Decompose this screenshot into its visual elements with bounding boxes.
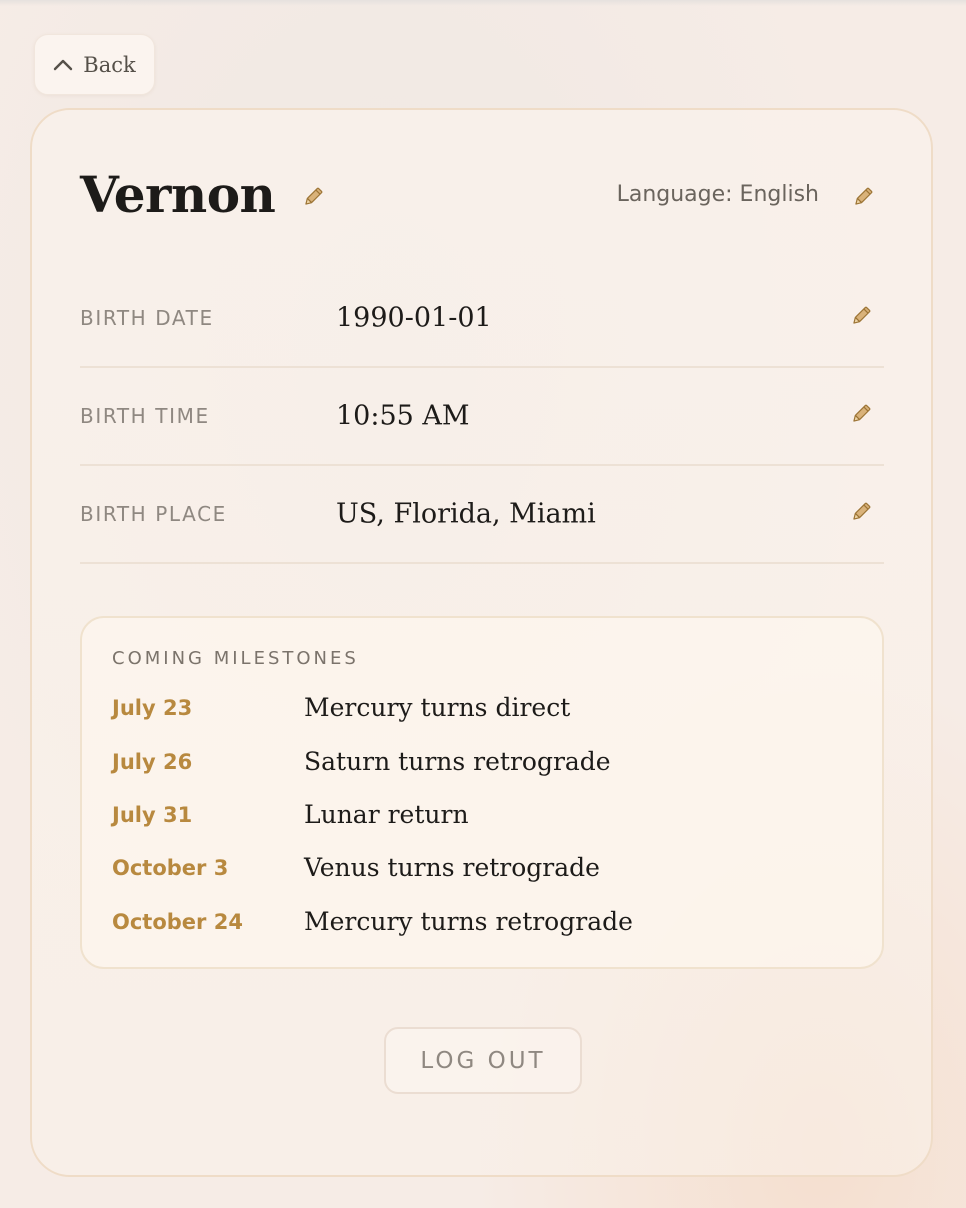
edit-birth-place-pencil-icon[interactable] [850,501,872,523]
birth-date-value: 1990-01-01 [336,302,492,334]
birth-time-label: BIRTH TIME [80,404,210,428]
back-button[interactable]: Back [34,34,155,95]
edit-birth-time-pencil-icon[interactable] [850,403,872,425]
milestone-event: Mercury turns direct [304,693,571,722]
chevron-up-icon [53,59,73,71]
back-button-label: Back [83,52,136,77]
birth-place-label: BIRTH PLACE [80,502,227,526]
birth-date-label: BIRTH DATE [80,306,214,330]
milestone-date: July 23 [112,696,193,720]
milestone-event: Lunar return [304,800,469,829]
birth-place-value: US, Florida, Miami [336,498,596,530]
milestone-event: Saturn turns retrograde [304,747,611,776]
milestone-date: July 26 [112,750,193,774]
edit-birth-date-pencil-icon[interactable] [850,305,872,327]
profile-name: Vernon [80,165,276,224]
milestone-event: Venus turns retrograde [304,853,600,882]
milestone-item: July 26 Saturn turns retrograde [112,744,856,780]
milestone-date: October 3 [112,856,229,880]
window-top-edge [0,0,966,6]
milestones-title: COMING MILESTONES [112,648,359,669]
milestone-date: July 31 [112,803,193,827]
milestone-item: October 3 Venus turns retrograde [112,850,856,886]
milestone-item: October 24 Mercury turns retrograde [112,904,856,940]
milestone-item: July 31 Lunar return [112,797,856,833]
edit-name-pencil-icon[interactable] [302,186,324,208]
edit-language-pencil-icon[interactable] [852,186,874,208]
birth-time-row: BIRTH TIME 10:55 AM [80,368,884,466]
profile-card: Vernon Language: English BIRTH DATE 1990… [30,108,933,1177]
birth-place-row: BIRTH PLACE US, Florida, Miami [80,466,884,564]
language-setting: Language: English [616,182,819,207]
milestones-panel: COMING MILESTONES July 23 Mercury turns … [80,616,884,969]
birth-time-value: 10:55 AM [336,400,470,432]
birth-date-row: BIRTH DATE 1990-01-01 [80,270,884,368]
milestone-event: Mercury turns retrograde [304,907,633,936]
logout-button[interactable]: LOG OUT [384,1027,582,1094]
milestone-date: October 24 [112,910,243,934]
milestone-item: July 23 Mercury turns direct [112,690,856,726]
